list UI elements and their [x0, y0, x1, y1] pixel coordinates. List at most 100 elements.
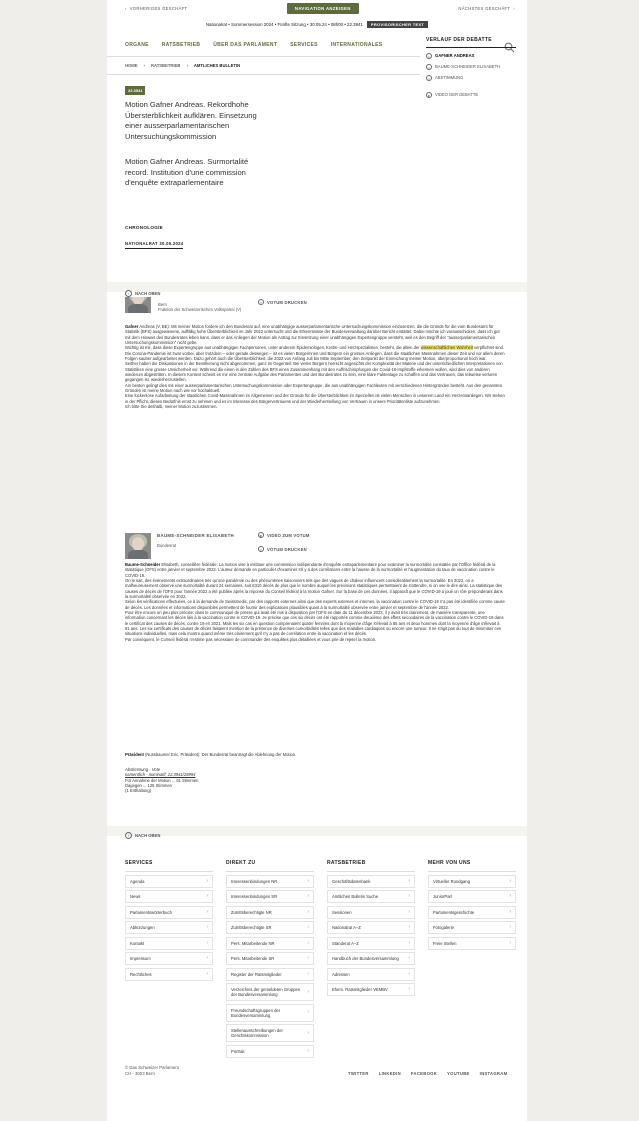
youtube-link[interactable]: YOUTUBE: [447, 1071, 470, 1076]
speaker-role: Bundesrat: [157, 543, 177, 548]
chevron-right-icon: ›: [307, 970, 309, 977]
footer-link[interactable]: Interessenbindungen NR ›: [226, 874, 314, 888]
chevron-right-icon: ›: [408, 970, 410, 977]
debate-item-baume-schneider[interactable]: • BAUME-SCHNEIDER ELISABETH: [426, 64, 516, 70]
chevron-right-icon: ›: [206, 924, 208, 930]
footer-link[interactable]: Abkürzungen ›: [125, 921, 213, 934]
chevron-right-icon: ›: [513, 6, 515, 11]
footer-link[interactable]: Parlamentsgeschichte ›: [428, 905, 516, 919]
footer-col-direkt-zu: DIREKT ZU Interessenbindungen NR › Intere…: [226, 860, 314, 1058]
chevron-right-icon: ›: [206, 877, 208, 884]
footer-link[interactable]: Freundschaftsgruppen der Bundesversammlu…: [226, 1003, 314, 1022]
chevron-right-icon: ›: [307, 924, 309, 930]
back-to-top-link[interactable]: ↑ NACH OBEN: [125, 290, 160, 297]
breadcrumb-ratsbetrieb[interactable]: RATSBETRIEB: [151, 63, 180, 68]
nav-services[interactable]: SERVICES: [290, 42, 318, 48]
footer-link[interactable]: Rechtliches ›: [125, 967, 213, 981]
footer-link[interactable]: Pers. Mitarbeitende SR ›: [226, 952, 314, 965]
footer-link[interactable]: Nationalrat A–Z ›: [327, 921, 415, 934]
debate-item-abstimmung[interactable]: • ABSTIMMUNG: [426, 75, 516, 81]
chevron-right-icon: ›: [307, 955, 309, 961]
footer-link[interactable]: Impressum ›: [125, 952, 213, 965]
speaker-baume-schneider: BAUME-SCHNEIDER ELISABETH Bundesrat: [125, 533, 234, 559]
avatar-baume-schneider: [125, 533, 151, 559]
footer-link[interactable]: Geschäftsdatenbank ›: [327, 874, 415, 888]
arrow-up-icon: ↑: [125, 832, 132, 839]
footer-link[interactable]: Fotogalerie ›: [428, 921, 516, 934]
back-to-top-link[interactable]: ↑ NACH OBEN: [125, 832, 160, 839]
vote-result: Abstimmung - Vote namentlich - nominatif…: [125, 767, 505, 794]
nav-ratsbetrieb[interactable]: RATSBETRIEB: [162, 42, 201, 48]
footer-link[interactable]: Interessenbindungen SR ›: [226, 890, 314, 903]
page: ‹ VORHERIGES GESCHÄFT NAVIGATION ANZEIGE…: [0, 0, 639, 1121]
chevron-right-icon: ›: [307, 1047, 309, 1054]
nav-ueber-das-parlament[interactable]: ÜBER DAS PARLAMENT: [213, 42, 277, 48]
footer-link[interactable]: Handbuch der Bundesversammlung ›: [327, 952, 415, 965]
footer-link[interactable]: Virtueller Rundgang ›: [428, 874, 516, 888]
footer-link[interactable]: News ›: [125, 890, 213, 903]
debate-sidebar: VERLAUF DER DEBATTE • GAFNER ANDREAS • B…: [426, 37, 516, 98]
chevron-right-icon: ›: [206, 955, 208, 961]
footer-link[interactable]: Zutrittsberechtigte NR ›: [226, 905, 314, 919]
chevron-right-icon: ›: [509, 877, 511, 884]
footer-link[interactable]: Pers. Mitarbeitende NR ›: [226, 936, 314, 950]
chevron-right-icon: ›: [408, 893, 410, 899]
avatar-gafner: [125, 297, 151, 313]
chevron-right-icon: ›: [206, 893, 208, 899]
breadcrumb-home[interactable]: HOME: [125, 63, 138, 68]
main-navigation: ORGANE RATSBETRIEB ÜBER DAS PARLAMENT SE…: [125, 38, 382, 52]
footer-link[interactable]: Agenda ›: [125, 874, 213, 888]
footer-link[interactable]: Amtliches Bulletin Suche ›: [327, 890, 415, 903]
print-votum-link[interactable]: ▪ VOTUM DRUCKEN: [258, 299, 307, 305]
footer-link[interactable]: Portrait ›: [226, 1044, 314, 1058]
footer-link[interactable]: Parlamentswörterbuch ›: [125, 905, 213, 919]
footer-link[interactable]: Sessionen ›: [327, 905, 415, 919]
chevron-right-icon: ›: [206, 908, 208, 915]
nav-internationales[interactable]: INTERNATIONALES: [331, 42, 383, 48]
chevron-right-icon: ›: [408, 924, 410, 930]
page-title-fr: Motion Gafner Andreas. Surmortalité reco…: [125, 157, 249, 188]
facebook-link[interactable]: FACEBOOK: [411, 1071, 437, 1076]
footer-col-ratsbetrieb: RATSBETRIEB Geschäftsdatenbank › Amtliche…: [327, 860, 415, 1058]
footer-link[interactable]: Freie Stellen ›: [428, 936, 516, 950]
vote-icon: •: [426, 75, 432, 81]
twitter-link[interactable]: TWITTER: [348, 1071, 369, 1076]
footer-link[interactable]: Register der Ratsmitglieder ›: [226, 967, 314, 981]
previous-business-link[interactable]: ‹ VORHERIGES GESCHÄFT: [107, 6, 187, 11]
chevron-right-icon: ›: [206, 970, 208, 977]
footer-link[interactable]: Ständerat A–Z ›: [327, 936, 415, 950]
footer-link[interactable]: Verzeichnis der gemeldeten Gruppen der B…: [226, 983, 314, 1001]
print-votum-link[interactable]: ▪ VOTUM DRUCKEN: [258, 546, 307, 552]
chevron-right-icon: ›: [143, 63, 145, 68]
chevron-right-icon: ›: [408, 986, 410, 992]
section-band: [107, 826, 527, 836]
footer-link[interactable]: Adressen ›: [327, 967, 415, 981]
breadcrumb-current: AMTLICHES BULLETIN: [193, 63, 241, 68]
president-statement: Präsident (Nussbaumer Eric, Präsident): …: [125, 752, 297, 757]
highlighted-term: wissenschaftlichen Wahrheit: [420, 345, 473, 351]
debate-item-gafner[interactable]: • GAFNER ANDREAS: [426, 53, 516, 59]
print-icon: ▪: [258, 546, 264, 552]
footer-link[interactable]: Ehem. Ratsmitglieder VEMBV ›: [327, 983, 415, 996]
chevron-right-icon: ›: [509, 893, 511, 899]
nav-organe[interactable]: ORGANE: [125, 42, 149, 48]
page-title-de: Motion Gafner Andreas. Rekordhohe Überst…: [125, 100, 257, 141]
footer-link[interactable]: Stellenausschreibungen der Gerichtskommi…: [226, 1024, 314, 1042]
chevron-right-icon: ›: [408, 955, 410, 961]
video-votum-link[interactable]: ▸ VIDEO ZUM VOTUM: [258, 532, 310, 538]
footer-link[interactable]: Kontakt ›: [125, 936, 213, 950]
breadcrumb: HOME › RATSBETRIEB › AMTLICHES BULLETIN: [125, 63, 240, 68]
chevron-right-icon: ›: [408, 939, 410, 946]
print-icon: ▪: [258, 299, 264, 305]
instagram-link[interactable]: INSTAGRAM: [480, 1071, 508, 1076]
chevron-right-icon: ›: [408, 908, 410, 915]
footer-link[interactable]: JuniorParl ›: [428, 890, 516, 903]
votum-gafner-text: Gafner Andreas (V, BE): Mit meiner Motio…: [125, 324, 505, 410]
footer-link[interactable]: Zutrittsberechtigte SR ›: [226, 921, 314, 934]
debate-video-link[interactable]: ▸ VIDEO DER DEBATTE: [426, 92, 516, 98]
show-navigation-button[interactable]: NAVIGATION ANZEIGEN: [286, 3, 359, 14]
speaker-name[interactable]: BAUME-SCHNEIDER ELISABETH: [157, 533, 234, 538]
chronology-item[interactable]: NATIONALRAT 30.05.2024: [125, 241, 184, 249]
linkedin-link[interactable]: LINKEDIN: [379, 1071, 401, 1076]
next-business-link[interactable]: NÄCHSTES GESCHÄFT ›: [458, 6, 527, 11]
